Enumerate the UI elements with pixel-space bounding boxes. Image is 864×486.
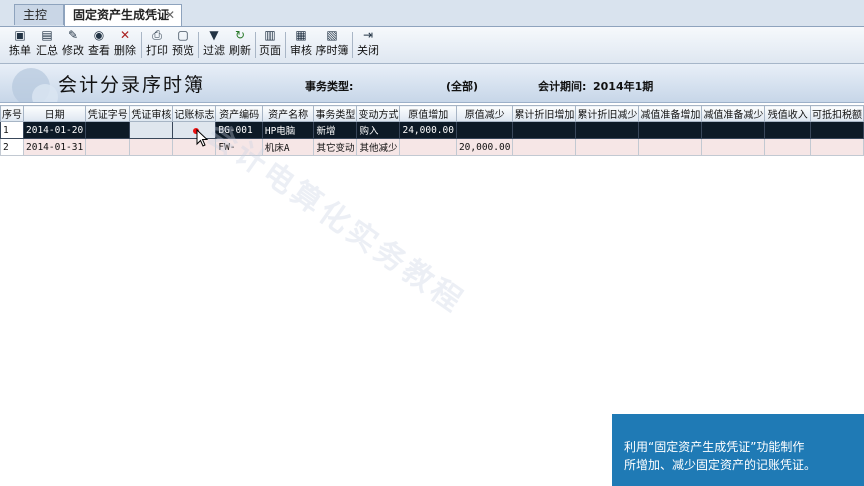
edit-button[interactable]: ✎ 修改	[61, 29, 85, 61]
table-row[interactable]: 1 2014-01-20 BG-001 HP电脑 新增 购入 24,000.00	[0, 121, 864, 139]
dep-increase-cell	[512, 138, 577, 156]
period-label: 会计期间:	[538, 80, 587, 93]
journal-button[interactable]: ▧ 序时簿	[315, 29, 349, 61]
transaction-type-cell: 其它变动	[313, 138, 358, 156]
dep-increase-cell	[512, 121, 577, 139]
impair-decrease-cell	[701, 121, 766, 139]
decorative-circle	[32, 84, 58, 102]
toolbar-separator	[285, 32, 286, 58]
delete-icon: ✕	[119, 28, 131, 42]
type-label: 事务类型:	[305, 80, 354, 93]
summary-button[interactable]: ▤ 汇总	[35, 29, 59, 61]
page-title: 会计分录序时簿	[58, 74, 206, 96]
column-header[interactable]: 日期	[22, 105, 87, 122]
toolbar-separator	[255, 32, 256, 58]
table-row[interactable]: 2 2014-01-31 FW- 机床A 其它变动 其他减少 20,000.00	[0, 138, 864, 156]
refresh-button[interactable]: ↻ 刷新	[228, 29, 252, 61]
residual-income-cell	[764, 121, 811, 139]
filter-button[interactable]: ▼ 过滤	[202, 29, 226, 61]
toolbar-separator	[141, 32, 142, 58]
page-icon: ▥	[264, 28, 276, 42]
summary-icon: ▤	[41, 28, 53, 42]
tab-close-icon[interactable]: ✕	[165, 5, 175, 26]
voucher-audit-cell	[129, 121, 174, 139]
column-header[interactable]: 事务类型	[313, 105, 358, 122]
value-decrease-cell	[455, 121, 514, 139]
voucher-number-cell	[85, 138, 131, 156]
caption-box: 利用“固定资产生成凭证”功能制作 所增加、减少固定资产的记账凭证。	[612, 414, 864, 486]
refresh-icon: ↻	[234, 28, 246, 42]
print-icon: ⎙	[152, 28, 162, 42]
column-header[interactable]: 累计折旧减少	[575, 105, 640, 122]
transaction-type-cell: 新增	[313, 121, 358, 139]
pick-button[interactable]: ▣ 拣单	[8, 29, 32, 61]
column-header[interactable]: 变动方式	[356, 105, 401, 122]
audit-icon: ▦	[295, 28, 307, 42]
asset-name-cell: HP电脑	[261, 121, 315, 139]
binoculars-icon: ◉	[93, 28, 105, 42]
change-method-cell: 购入	[356, 121, 401, 139]
tab-console[interactable]: 主控台	[14, 4, 64, 43]
column-header[interactable]: 残值收入	[764, 105, 811, 122]
dep-decrease-cell	[575, 121, 640, 139]
tab-bar: 主控台 固定资产生成凭证 ✕	[0, 0, 864, 43]
column-header[interactable]: 减值准备减少	[701, 105, 766, 122]
value-increase-cell	[399, 138, 457, 156]
deductible-tax-cell	[809, 138, 864, 156]
period-value: 2014年1期	[593, 80, 654, 93]
impair-increase-cell	[638, 138, 703, 156]
column-header[interactable]: 记账标志	[172, 105, 217, 122]
row-number: 1	[0, 121, 24, 139]
deductible-tax-cell	[809, 121, 864, 139]
column-header[interactable]: 凭证字号	[85, 105, 131, 122]
voucher-table: 序号 日期 凭证字号 凭证审核 记账标志 资产编码 资产名称 事务类型 变动方式…	[0, 105, 864, 156]
toolbar: ▣ 拣单 ▤ 汇总 ✎ 修改 ◉ 查看 ✕ 删除 ⎙ 打印 ▢ 预览 ▼ 过滤 ↻ 刷新 ▥ 页面 …	[0, 27, 864, 64]
value-decrease-cell: 20,000.00	[455, 138, 514, 156]
row-number: 2	[0, 138, 24, 156]
column-header[interactable]: 累计折旧增加	[512, 105, 577, 122]
edit-icon: ✎	[67, 28, 79, 42]
pick-icon: ▣	[14, 28, 26, 42]
close-icon: ⇥	[362, 28, 374, 42]
tab-generate-voucher[interactable]: 固定资产生成凭证 ✕	[64, 4, 182, 26]
page-button[interactable]: ▥ 页面	[258, 29, 282, 61]
impair-decrease-cell	[701, 138, 766, 156]
toolbar-separator	[352, 32, 353, 58]
print-button[interactable]: ⎙ 打印	[145, 29, 169, 61]
column-header[interactable]: 序号	[0, 105, 24, 122]
delete-button[interactable]: ✕ 删除	[113, 29, 137, 61]
residual-income-cell	[764, 138, 811, 156]
column-header[interactable]: 原值增加	[399, 105, 457, 122]
caption-line: 所增加、减少固定资产的记账凭证。	[624, 458, 817, 472]
close-button[interactable]: ⇥ 关闭	[356, 29, 380, 61]
type-value: (全部)	[446, 80, 479, 93]
column-header[interactable]: 可抵扣税额	[809, 105, 864, 122]
caption-line: 利用“固定资产生成凭证”功能制作	[624, 440, 805, 454]
column-header[interactable]: 减值准备增加	[638, 105, 703, 122]
voucher-audit-cell	[129, 138, 174, 156]
column-header[interactable]: 原值减少	[455, 105, 514, 122]
value-increase-cell: 24,000.00	[399, 121, 457, 139]
toolbar-separator	[198, 32, 199, 58]
dep-decrease-cell	[575, 138, 640, 156]
journal-icon: ▧	[326, 28, 338, 42]
preview-icon: ▢	[177, 28, 189, 42]
voucher-number-cell	[85, 121, 131, 139]
date-cell: 2014-01-31	[22, 138, 87, 156]
impair-increase-cell	[638, 121, 703, 139]
view-button[interactable]: ◉ 查看	[87, 29, 111, 61]
date-cell: 2014-01-20	[22, 121, 87, 139]
audit-button[interactable]: ▦ 审核	[289, 29, 313, 61]
table-header: 序号 日期 凭证字号 凭证审核 记账标志 资产编码 资产名称 事务类型 变动方式…	[0, 105, 864, 122]
report-header: 会计分录序时簿 事务类型: (全部) 会计期间: 2014年1期	[0, 64, 864, 103]
preview-button[interactable]: ▢ 预览	[171, 29, 195, 61]
change-method-cell: 其他减少	[356, 138, 401, 156]
column-header[interactable]: 凭证审核	[129, 105, 174, 122]
filter-icon: ▼	[209, 28, 219, 42]
column-header[interactable]: 资产名称	[261, 105, 315, 122]
tab-label: 固定资产生成凭证	[73, 8, 170, 22]
